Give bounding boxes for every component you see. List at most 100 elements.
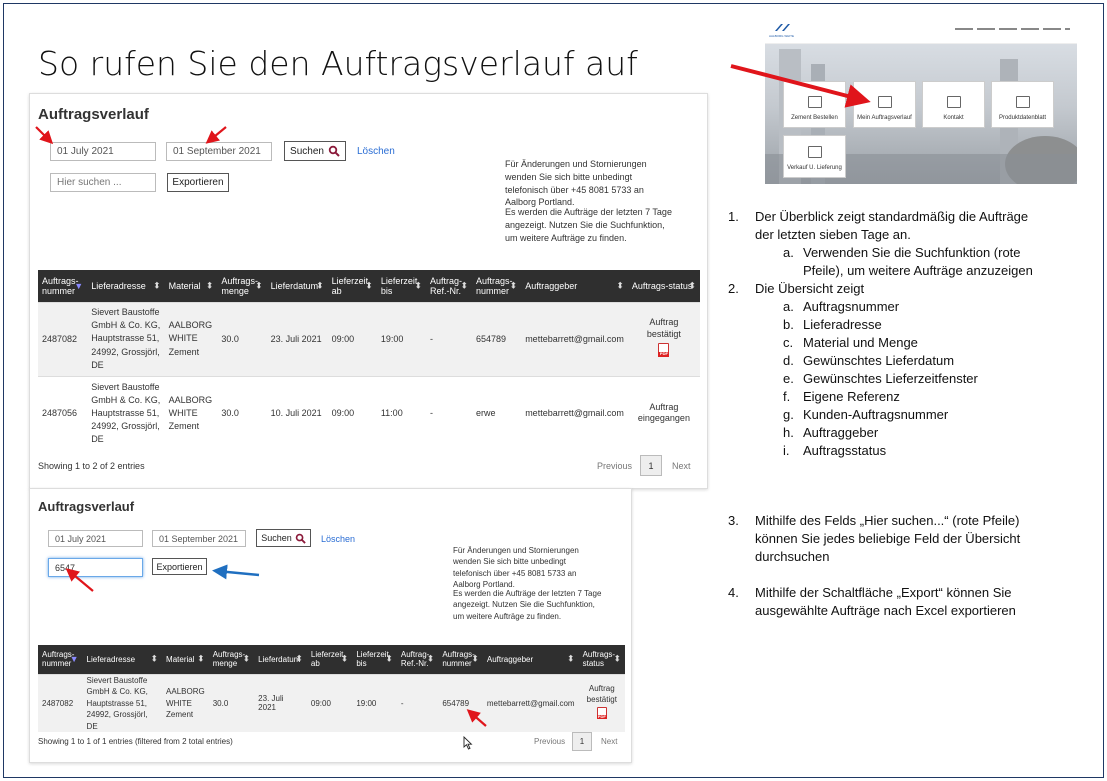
export-button[interactable]: Exportieren (167, 173, 229, 192)
cell-order-number: 2487082 (38, 301, 88, 376)
cell-time-from: 09:00 (306, 673, 353, 733)
pagination-next[interactable]: Next (601, 737, 617, 746)
search-button[interactable]: Suchen (284, 141, 346, 161)
cell-status: Auftrag bestätigt PDF (627, 301, 700, 376)
col-header-customer-order[interactable]: Auftrags-nummer ⬍ (438, 645, 483, 674)
col-header-order-number[interactable]: Auftrags-nummer ▼ (38, 645, 83, 674)
list-marker: f. (783, 389, 791, 404)
sort-icon: ⬍ (242, 653, 251, 664)
col-header-reference[interactable]: Auftrag-Ref.-Nr. ⬍ (396, 645, 439, 674)
pagination-current-page[interactable]: 1 (640, 455, 662, 476)
col-header-order-number[interactable]: Auftrags-nummer ▼ (38, 270, 88, 302)
cell-ordered-by: mettebarrett@gmail.com (521, 375, 628, 450)
date-from-input[interactable]: 01 July 2021 (48, 530, 143, 547)
col-header-time-from[interactable]: Lieferzeit ab ⬍ (306, 645, 353, 674)
col-header-status[interactable]: Auftrags-status ⬍ (578, 645, 625, 674)
pagination-previous[interactable]: Previous (534, 737, 565, 746)
search-input[interactable]: 6547 (48, 558, 143, 577)
list-item: Verwenden Sie die Suchfunktion (rote (803, 245, 1021, 260)
tile-product-sheet[interactable]: Produktdatenblatt (991, 81, 1054, 128)
list-item: Auftragsstatus (803, 443, 887, 458)
clear-link[interactable]: Löschen (357, 146, 395, 157)
tile-label: Zement Bestellen (791, 115, 838, 121)
pagination-previous[interactable]: Previous (597, 461, 632, 471)
cell-reference: - (396, 673, 439, 733)
col-header-material[interactable]: Material ⬍ (162, 645, 209, 674)
list-item: Kunden-Auftragsnummer (803, 407, 949, 422)
orders-table: Auftrags-nummer ▼ Lieferadresse ⬍ Material… (38, 270, 700, 450)
pdf-icon[interactable]: PDF (596, 707, 607, 720)
sort-icon: ⬍ (205, 280, 214, 291)
cell-address: Sievert Baustoffe GmbH & Co. KG, Hauptst… (87, 301, 165, 376)
sort-icon: ⬍ (197, 653, 205, 664)
date-to-input[interactable]: 01 September 2021 (152, 530, 246, 547)
date-to-input[interactable]: 01 September 2021 (166, 142, 272, 161)
cell-address: Sievert Baustoffe GmbH & Co. KG, Hauptst… (87, 375, 165, 450)
col-header-delivery-address[interactable]: Lieferadresse ⬍ (82, 645, 163, 674)
col-header-ordered-by[interactable]: Auftraggeber ⬍ (521, 270, 628, 302)
sort-icon: ⬍ (471, 653, 479, 664)
panel-heading: Auftragsverlauf (38, 499, 135, 514)
list-marker: g. (783, 407, 794, 422)
col-header-time-from[interactable]: Lieferzeit ab ⬍ (327, 270, 377, 302)
col-header-delivery-date[interactable]: Lieferdatum ⬍ (266, 270, 328, 302)
last-7-days-note: Es werden die Aufträge der letzten 7 Tag… (453, 589, 602, 621)
cell-reference: - (426, 301, 472, 376)
tile-order-cement[interactable]: Zement Bestellen (783, 81, 846, 128)
col-header-delivery-date[interactable]: Lieferdatum ⬍ (254, 645, 307, 674)
cell-address: Sievert Baustoffe GmbH & Co. KG, Hauptst… (82, 673, 163, 733)
cell-customer-order: 654789 (472, 301, 522, 376)
col-header-status[interactable]: Auftrags-status ⬍ (627, 270, 700, 302)
cell-status: Auftrag eingegangen (627, 375, 700, 450)
search-button[interactable]: Suchen (256, 529, 311, 547)
export-button[interactable]: Exportieren (152, 558, 207, 575)
cell-reference: - (426, 375, 472, 450)
status-text: Auftrag bestätigt (586, 684, 617, 704)
list-marker: 1. (728, 209, 739, 224)
cell-quantity: 30.0 (217, 301, 267, 376)
table-header-row: Auftrags-nummer ▼ Lieferadresse ⬍ Material… (38, 645, 625, 674)
col-header-time-to[interactable]: Lieferzeit bis ⬍ (352, 645, 397, 674)
list-marker: a. (783, 299, 794, 314)
sort-icon: ⬍ (150, 653, 159, 664)
col-header-customer-order[interactable]: Auftrags-nummer ⬍ (472, 270, 522, 302)
sort-icon: ⬍ (295, 653, 303, 664)
clear-link[interactable]: Löschen (321, 534, 355, 544)
col-header-quantity[interactable]: Auftrags-menge ⬍ (217, 270, 267, 302)
cell-order-number: 2487056 (38, 375, 88, 450)
pdf-icon[interactable]: PDF (658, 342, 670, 357)
table-row[interactable]: 2487082 Sievert Baustoffe GmbH & Co. KG,… (38, 673, 625, 733)
sort-icon: ⬍ (385, 653, 393, 664)
sort-icon: ⬍ (460, 280, 468, 291)
status-text: Auftrag bestätigt (646, 317, 681, 340)
sort-icon: ⬍ (688, 280, 696, 291)
col-header-material[interactable]: Material ⬍ (164, 270, 218, 302)
cell-material: AALBORG WHITE Zement (162, 673, 209, 733)
pagination-current-page[interactable]: 1 (572, 732, 592, 751)
pagination-next[interactable]: Next (672, 461, 691, 471)
list-item: Auftraggeber (803, 425, 879, 440)
header-menu[interactable] (955, 28, 1070, 30)
table-row[interactable]: 2487056 Sievert Baustoffe GmbH & Co. KG,… (38, 375, 700, 450)
order-history-panel-filtered: Auftragsverlauf 01 July 2021 01 Septembe… (29, 488, 632, 763)
list-item: Der Überblick zeigt standardmäßig die Au… (755, 209, 1029, 224)
sort-icon: ⬍ (613, 653, 621, 664)
table-row[interactable]: 2487082 Sievert Baustoffe GmbH & Co. KG,… (38, 301, 700, 376)
cell-time-to: 11:00 (376, 375, 427, 450)
sort-icon: ⬍ (365, 280, 373, 291)
tile-order-history[interactable]: Mein Auftragsverlauf (853, 81, 916, 128)
sort-icon: ⬍ (616, 280, 624, 291)
col-header-quantity[interactable]: Auftrags-menge ⬍ (208, 645, 255, 674)
col-header-time-to[interactable]: Lieferzeit bis ⬍ (376, 270, 427, 302)
col-header-delivery-address[interactable]: Lieferadresse ⬍ (87, 270, 165, 302)
tile-contact[interactable]: Kontakt (922, 81, 985, 128)
date-from-input[interactable]: 01 July 2021 (50, 142, 156, 161)
search-input[interactable]: Hier suchen ... (50, 173, 156, 192)
phone-icon (946, 96, 961, 108)
cell-order-number: 2487082 (38, 673, 83, 733)
col-header-ordered-by[interactable]: Auftraggeber ⬍ (482, 645, 579, 674)
list-marker: d. (783, 353, 794, 368)
col-header-reference[interactable]: Auftrag-Ref.-Nr. ⬍ (426, 270, 472, 302)
tile-sales-delivery[interactable]: Verkauf U. Lieferung (783, 135, 846, 178)
tile-label: Verkauf U. Lieferung (787, 165, 842, 171)
